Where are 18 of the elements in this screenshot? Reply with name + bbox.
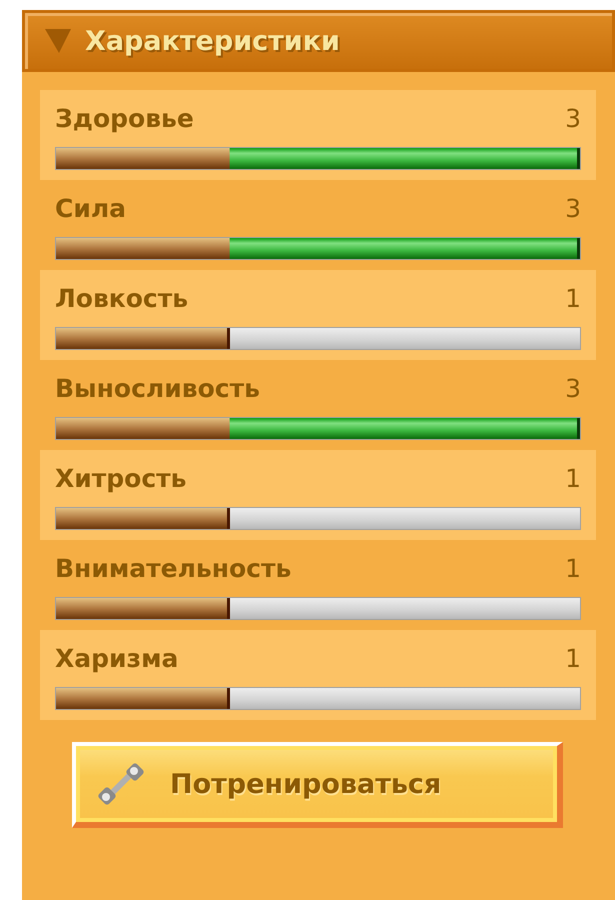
panel-title: Характеристики: [85, 26, 340, 56]
stat-name: Харизма: [55, 644, 178, 674]
dumbbell-icon: [98, 761, 144, 807]
stat-value: 1: [565, 644, 581, 674]
stat-name: Сила: [55, 194, 126, 224]
stat-name: Здоровье: [55, 104, 194, 134]
stat-name: Ловкость: [55, 284, 188, 314]
stat-value: 1: [565, 464, 581, 494]
stat-value: 1: [565, 554, 581, 584]
train-button[interactable]: Потренироваться: [72, 742, 563, 828]
panel-header[interactable]: Характеристики: [22, 10, 615, 72]
stat-name: Внимательность: [55, 554, 292, 584]
stat-name: Выносливость: [55, 374, 260, 404]
stat-value: 3: [565, 374, 581, 404]
stat-value: 3: [565, 104, 581, 134]
stat-value: 1: [565, 284, 581, 314]
stat-value: 3: [565, 194, 581, 224]
stat-name: Хитрость: [55, 464, 186, 494]
